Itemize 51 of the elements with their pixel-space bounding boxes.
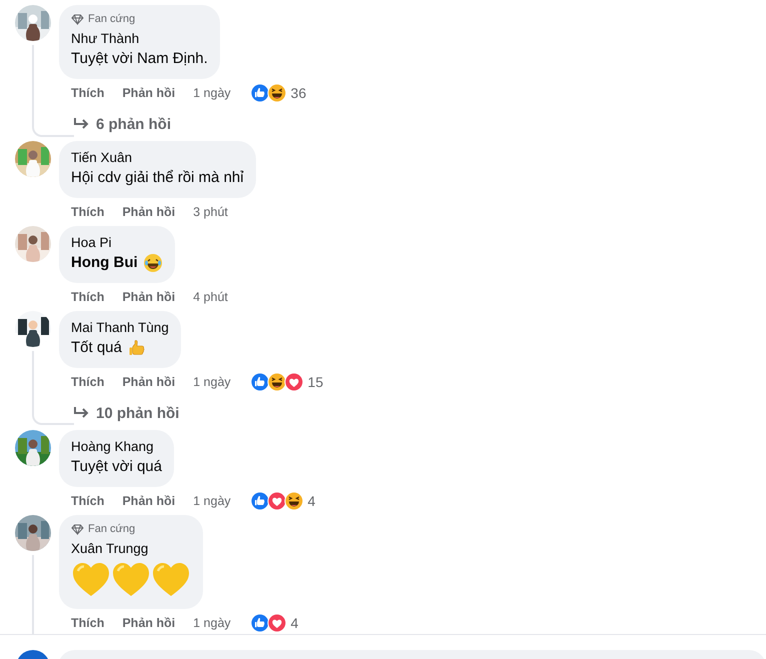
reaction-count[interactable]: 15 <box>308 374 324 390</box>
diamond-icon <box>71 14 84 24</box>
like-link[interactable]: Thích <box>71 86 104 100</box>
reply-link[interactable]: Phản hồi <box>122 616 176 630</box>
comment-time[interactable]: 1 ngày <box>193 616 231 630</box>
comment-author[interactable]: Mai Thanh Tùng <box>71 319 169 337</box>
comment-text: Tuyệt vời quá <box>71 457 162 477</box>
love-reaction-icon <box>284 372 304 392</box>
laughing-emoji-icon <box>142 253 163 273</box>
comment-author[interactable]: Hoa Pi <box>71 234 163 252</box>
comment-author[interactable]: Xuân Trungg <box>71 540 191 558</box>
comment-author[interactable]: Hoàng Khang <box>71 438 162 456</box>
comment-text: Hội cdv giải thể rồi mà nhỉ <box>71 168 244 188</box>
view-replies-link[interactable]: 10 phản hồi <box>96 404 180 422</box>
like-reaction-icon <box>250 491 270 511</box>
diamond-icon <box>71 524 84 534</box>
love-reaction-icon <box>266 491 287 511</box>
like-link[interactable]: Thích <box>71 494 104 508</box>
laughing-reaction-icon <box>266 83 287 103</box>
like-link[interactable]: Thích <box>71 205 104 219</box>
reaction-count[interactable]: 4 <box>308 493 316 509</box>
reaction-count[interactable]: 36 <box>290 85 306 101</box>
reply-link[interactable]: Phản hồi <box>122 205 176 219</box>
comment-time[interactable]: 1 ngày <box>193 494 231 508</box>
laughing-reaction-icon <box>284 491 304 511</box>
reply-arrow-icon <box>72 406 90 420</box>
reply-link[interactable]: Phản hồi <box>122 290 176 304</box>
like-reaction-icon <box>250 83 270 103</box>
like-link[interactable]: Thích <box>71 290 104 304</box>
comment-author[interactable]: Tiến Xuân <box>71 149 244 167</box>
like-link[interactable]: Thích <box>71 375 104 389</box>
comment-time[interactable]: 3 phút <box>193 205 228 219</box>
comment-text: Hong Bui <box>71 253 138 273</box>
comment-author[interactable]: Như Thành <box>71 30 208 48</box>
comment-text: Tốt quá <box>71 338 122 358</box>
like-link[interactable]: Thích <box>71 616 104 630</box>
fan-label: Fan cứng <box>88 523 136 535</box>
comment-time[interactable]: 1 ngày <box>193 375 231 389</box>
reply-link[interactable]: Phản hồi <box>122 86 176 100</box>
laughing-reaction-icon <box>266 372 287 392</box>
view-replies-link[interactable]: 6 phản hồi <box>96 116 171 132</box>
reply-link[interactable]: Phản hồi <box>122 375 176 389</box>
comment-time[interactable]: 1 ngày <box>193 86 231 100</box>
fan-label: Fan cứng <box>88 13 136 25</box>
comment-text: Tuyệt vời Nam Định. <box>71 49 208 69</box>
reply-link[interactable]: Phản hồi <box>122 494 176 508</box>
reaction-count[interactable]: 4 <box>290 615 298 631</box>
like-reaction-icon <box>250 372 270 392</box>
comment-time[interactable]: 4 phút <box>193 290 228 304</box>
reply-arrow-icon <box>72 117 90 131</box>
thumbs-up-icon <box>126 338 147 358</box>
